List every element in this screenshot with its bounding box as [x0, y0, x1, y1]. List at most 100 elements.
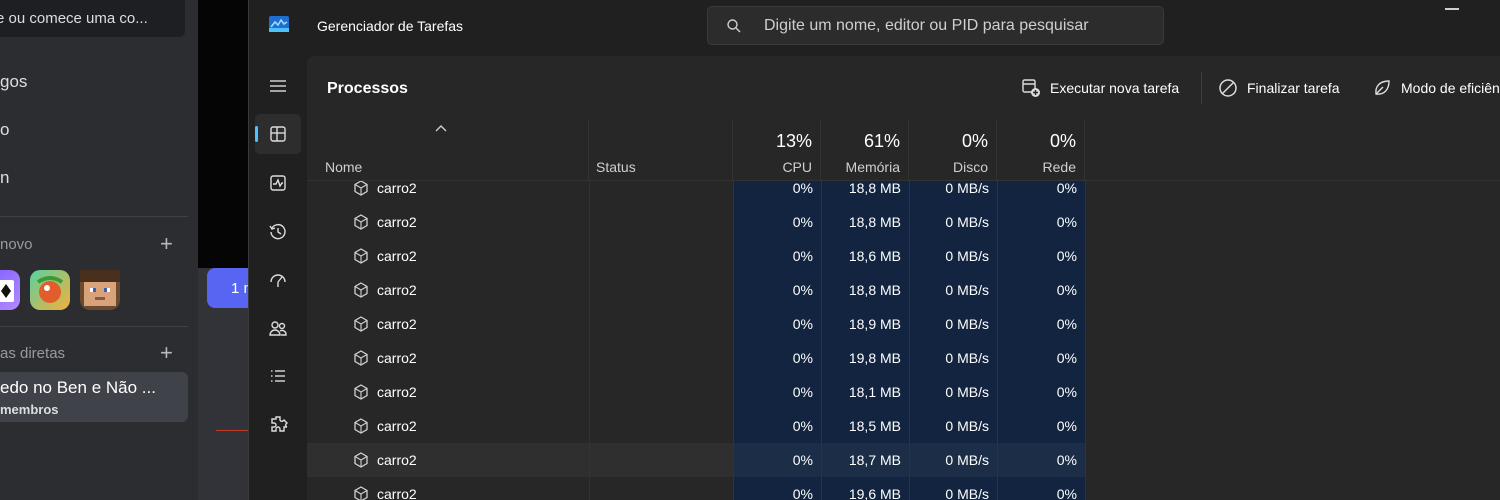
column-divider [909, 181, 910, 500]
unity-app-icon [354, 452, 368, 468]
table-row[interactable]: carro2 0% 18,1 MB 0 MB/s 0% [307, 375, 1085, 409]
table-row[interactable]: carro2 0% 18,8 MB 0 MB/s 0% [307, 273, 1085, 307]
column-header-memory[interactable]: 61% Memória [821, 120, 909, 181]
column-header-cpu[interactable]: 13% CPU [733, 120, 821, 181]
efficiency-mode-button[interactable]: Modo de eficiên [1372, 76, 1500, 100]
discord-nav-friends[interactable]: gos [0, 72, 27, 92]
disk-cell: 0 MB/s [909, 375, 997, 409]
disk-cell: 0 MB/s [909, 307, 997, 341]
nav-performance[interactable] [255, 163, 301, 203]
table-row[interactable]: carro2 0% 18,5 MB 0 MB/s 0% [307, 409, 1085, 443]
table-row[interactable]: carro2 0% 18,6 MB 0 MB/s 0% [307, 239, 1085, 273]
unity-app-icon [354, 316, 368, 332]
new-messages-line [216, 430, 248, 431]
nav-details[interactable] [255, 356, 301, 396]
discord-add-new-icon[interactable]: + [160, 233, 173, 255]
discord-sidebar: e ou comece uma co... gos o n novo + as … [0, 0, 198, 500]
discord-search-box[interactable]: e ou comece uma co... [0, 0, 185, 37]
sort-ascending-icon [435, 125, 447, 132]
column-disk-label: Disco [952, 159, 988, 175]
discord-dm-name: edo no Ben e Não ... [0, 378, 156, 397]
table-row[interactable]: carro2 0% 19,6 MB 0 MB/s 0% [307, 477, 1085, 500]
hamburger-menu-button[interactable] [255, 66, 301, 106]
nav-startup-apps[interactable] [255, 260, 301, 300]
unity-app-icon [354, 181, 368, 196]
column-header-name[interactable]: Nome [307, 120, 589, 181]
processes-panel: Processos Executar nova tarefa Finalizar… [307, 56, 1500, 500]
end-task-button[interactable]: Finalizar tarefa [1218, 76, 1340, 100]
nav-processes[interactable] [255, 114, 301, 154]
row-background [307, 443, 733, 477]
users-icon [269, 321, 287, 336]
cpu-cell: 0% [733, 181, 821, 205]
column-header-network[interactable]: 0% Rede [997, 120, 1085, 181]
network-total-percent: 0% [1049, 131, 1076, 151]
process-name: carro2 [377, 384, 417, 400]
column-status-label: Status [596, 159, 636, 175]
column-divider [997, 181, 998, 500]
network-cell: 0% [997, 409, 1085, 443]
network-cell: 0% [997, 443, 1085, 477]
discord-pill-button[interactable]: 1 n [207, 268, 252, 308]
startup-apps-icon [270, 274, 286, 287]
app-icon-game[interactable] [30, 270, 70, 310]
hamburger-icon [270, 80, 286, 92]
network-cell: 0% [997, 205, 1085, 239]
process-table: Nome Status 13% CPU 61% Memória 0% Disco [307, 120, 1500, 500]
row-background [307, 341, 733, 375]
network-cell: 0% [997, 273, 1085, 307]
discord-add-dm-icon[interactable]: + [160, 342, 173, 364]
end-task-label: Finalizar tarefa [1247, 80, 1340, 96]
process-name: carro2 [377, 316, 417, 332]
table-row[interactable]: carro2 0% 18,7 MB 0 MB/s 0% [307, 443, 1085, 477]
discord-nav-shop[interactable]: n [0, 168, 9, 188]
app-icon-minecraft[interactable] [80, 270, 120, 310]
nav-app-history[interactable] [255, 212, 301, 252]
network-cell: 0% [997, 307, 1085, 341]
disk-cell: 0 MB/s [909, 273, 997, 307]
cpu-cell: 0% [733, 477, 821, 500]
memory-cell: 18,8 MB [821, 181, 909, 205]
column-header-status[interactable]: Status [589, 120, 733, 181]
process-name: carro2 [377, 181, 417, 196]
network-cell: 0% [997, 239, 1085, 273]
cpu-cell: 0% [733, 273, 821, 307]
title-bar[interactable]: Gerenciador de Tarefas [249, 0, 1500, 56]
disk-total-percent: 0% [961, 131, 988, 151]
app-icon-solitaire[interactable] [0, 270, 20, 310]
unity-app-icon [354, 248, 368, 264]
run-new-task-button[interactable]: Executar nova tarefa [1021, 76, 1179, 100]
services-icon [271, 416, 288, 432]
row-background [307, 205, 733, 239]
search-input[interactable] [764, 16, 1144, 36]
row-background [307, 409, 733, 443]
table-row[interactable]: carro2 0% 18,8 MB 0 MB/s 0% [307, 181, 1085, 205]
row-background [307, 307, 733, 341]
table-row[interactable]: carro2 0% 18,9 MB 0 MB/s 0% [307, 307, 1085, 341]
search-box[interactable] [707, 6, 1164, 45]
row-background [307, 375, 733, 409]
end-task-icon [1219, 79, 1237, 97]
search-icon [727, 19, 741, 33]
column-divider [1085, 181, 1086, 500]
discord-chat-strip: 1 n [198, 0, 252, 500]
process-name: carro2 [377, 452, 417, 468]
cpu-cell: 0% [733, 375, 821, 409]
nav-services[interactable] [255, 404, 301, 444]
table-row[interactable]: carro2 0% 18,8 MB 0 MB/s 0% [307, 205, 1085, 239]
nav-users[interactable] [255, 308, 301, 348]
table-body: carro2 0% 18,8 MB 0 MB/s 0% carro2 0% 18,8 MB 0 … [307, 181, 1500, 500]
cpu-cell: 0% [733, 239, 821, 273]
memory-cell: 18,1 MB [821, 375, 909, 409]
video-area [198, 0, 248, 268]
process-name: carro2 [377, 248, 417, 264]
run-new-task-label: Executar nova tarefa [1050, 80, 1180, 96]
memory-cell: 18,9 MB [821, 307, 909, 341]
table-row[interactable]: carro2 0% 19,8 MB 0 MB/s 0% [307, 341, 1085, 375]
column-header-disk[interactable]: 0% Disco [909, 120, 997, 181]
minimize-button[interactable] [1445, 8, 1459, 10]
column-memory-label: Memória [845, 159, 900, 175]
cpu-cell: 0% [733, 443, 821, 477]
process-name: carro2 [377, 486, 417, 500]
discord-nav-nitro[interactable]: o [0, 120, 9, 140]
